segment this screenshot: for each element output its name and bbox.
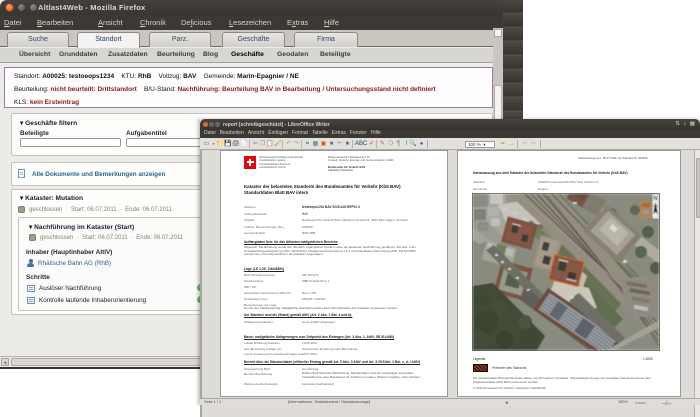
svg-text:N: N — [654, 196, 658, 202]
